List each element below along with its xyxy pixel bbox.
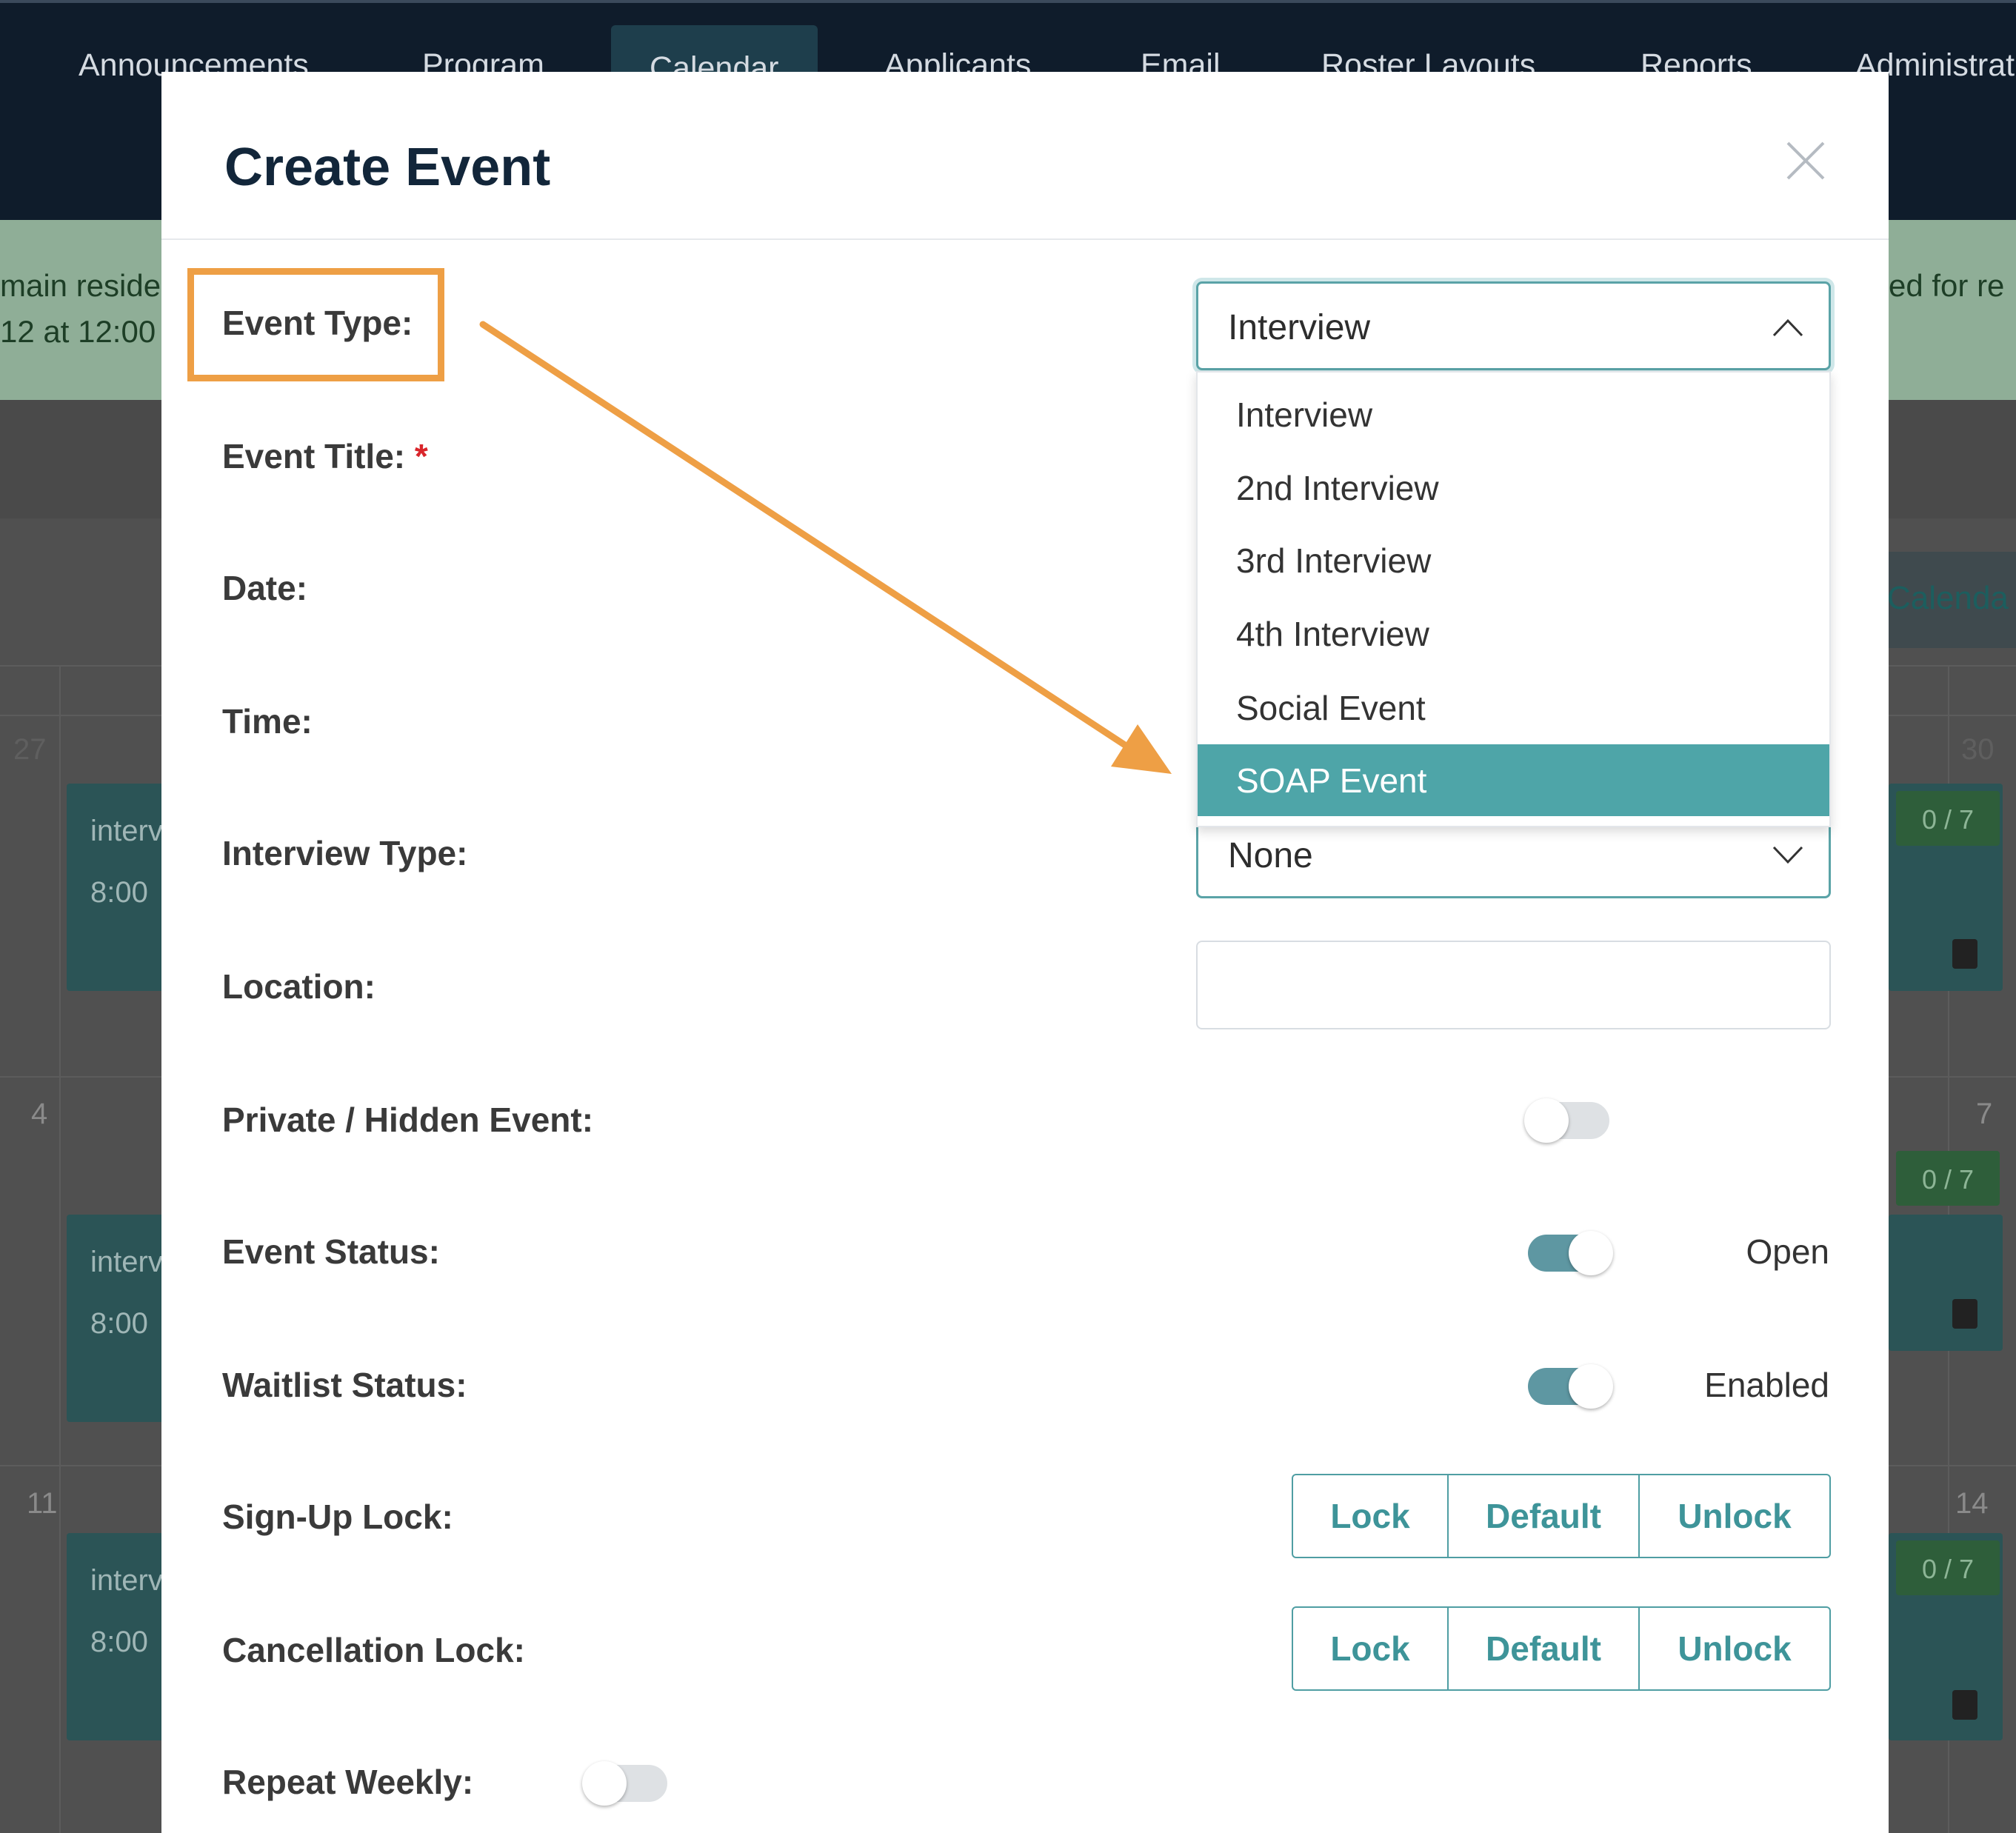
event-type-dropdown-menu: Interview 2nd Interview 3rd Interview 4t… — [1196, 371, 1831, 827]
cancellation-unlock-button[interactable]: Unlock — [1638, 1608, 1829, 1689]
signup-lock-button[interactable]: Lock — [1293, 1475, 1447, 1557]
day-number: 7 — [1976, 1098, 1993, 1130]
calendar-icon[interactable] — [1952, 1299, 1977, 1329]
alert-text-left-1: main reside — [0, 268, 161, 303]
location-label: Location: — [222, 967, 376, 1006]
chevron-down-icon — [1772, 846, 1803, 864]
calendar-event[interactable] — [1889, 1215, 2003, 1351]
capacity-badge: 0 / 7 — [1896, 1151, 2000, 1206]
alert-text-left-2: 12 at 12:00 — [0, 314, 156, 349]
dropdown-option-social-event[interactable]: Social Event — [1198, 672, 1829, 744]
event-status-text: Open — [1746, 1232, 1829, 1271]
cancellation-default-button[interactable]: Default — [1447, 1608, 1638, 1689]
modal-title: Create Event — [224, 138, 551, 197]
event-type-select[interactable]: Interview — [1196, 281, 1831, 370]
waitlist-status-text: Enabled — [1704, 1366, 1829, 1404]
interview-type-label: Interview Type: — [222, 834, 468, 872]
annotation-highlight-box — [187, 268, 444, 381]
time-label: Time: — [222, 702, 313, 741]
waitlist-status-toggle[interactable] — [1528, 1364, 1613, 1409]
dropdown-option-3rd-interview[interactable]: 3rd Interview — [1198, 524, 1829, 596]
private-hidden-toggle[interactable] — [1524, 1098, 1609, 1143]
event-title: interv — [90, 1564, 163, 1597]
event-title-label-text: Event Title: — [222, 437, 406, 475]
event-title: interv — [90, 1246, 163, 1278]
dropdown-option-4th-interview[interactable]: 4th Interview — [1198, 598, 1829, 670]
toggle-knob — [1524, 1098, 1569, 1143]
calendar-view-tab[interactable]: Calenda — [1885, 552, 2016, 648]
calendar-icon[interactable] — [1952, 1690, 1977, 1720]
repeat-weekly-label: Repeat Weekly: — [222, 1763, 474, 1801]
cancellation-lock-button-group: Lock Default Unlock — [1292, 1606, 1831, 1691]
chevron-up-icon — [1772, 318, 1803, 337]
day-number: 27 — [13, 733, 47, 766]
cancellation-lock-label: Cancellation Lock: — [222, 1631, 525, 1669]
event-title-label: Event Title: * — [222, 436, 428, 476]
required-indicator: * — [414, 437, 428, 475]
day-number: 11 — [27, 1487, 58, 1520]
signup-default-button[interactable]: Default — [1447, 1475, 1638, 1557]
day-number: 4 — [31, 1098, 48, 1130]
dropdown-option-2nd-interview[interactable]: 2nd Interview — [1198, 452, 1829, 524]
private-hidden-label: Private / Hidden Event: — [222, 1101, 594, 1139]
close-icon[interactable] — [1783, 138, 1828, 183]
event-title: interv — [90, 815, 163, 847]
event-status-toggle[interactable] — [1528, 1231, 1613, 1275]
toggle-knob — [582, 1761, 627, 1806]
signup-unlock-button[interactable]: Unlock — [1638, 1475, 1829, 1557]
toggle-knob — [1569, 1364, 1613, 1409]
day-number: 30 — [1961, 733, 1995, 766]
event-time: 8:00 — [90, 1307, 148, 1340]
event-type-select-value: Interview — [1228, 308, 1371, 347]
waitlist-status-label: Waitlist Status: — [222, 1366, 467, 1404]
event-time: 8:00 — [90, 876, 148, 909]
calendar-icon[interactable] — [1952, 939, 1977, 969]
signup-lock-label: Sign-Up Lock: — [222, 1498, 453, 1536]
dropdown-option-interview[interactable]: Interview — [1198, 378, 1829, 450]
dropdown-option-soap-event[interactable]: SOAP Event — [1198, 744, 1829, 816]
cancellation-lock-button[interactable]: Lock — [1293, 1608, 1447, 1689]
capacity-badge: 0 / 7 — [1896, 791, 2000, 846]
interview-type-select-value: None — [1228, 836, 1313, 875]
event-status-label: Event Status: — [222, 1232, 440, 1271]
repeat-weekly-toggle[interactable] — [582, 1761, 667, 1806]
modal-header: Create Event — [161, 72, 1889, 240]
day-number: 14 — [1955, 1487, 1989, 1520]
alert-text-right: ed for re — [1889, 268, 2005, 303]
capacity-badge: 0 / 7 — [1896, 1540, 2000, 1595]
signup-lock-button-group: Lock Default Unlock — [1292, 1474, 1831, 1558]
date-label: Date: — [222, 569, 308, 607]
location-input[interactable] — [1196, 941, 1831, 1029]
event-time: 8:00 — [90, 1626, 148, 1658]
calendar-divider — [59, 665, 61, 1833]
toggle-knob — [1569, 1231, 1613, 1275]
